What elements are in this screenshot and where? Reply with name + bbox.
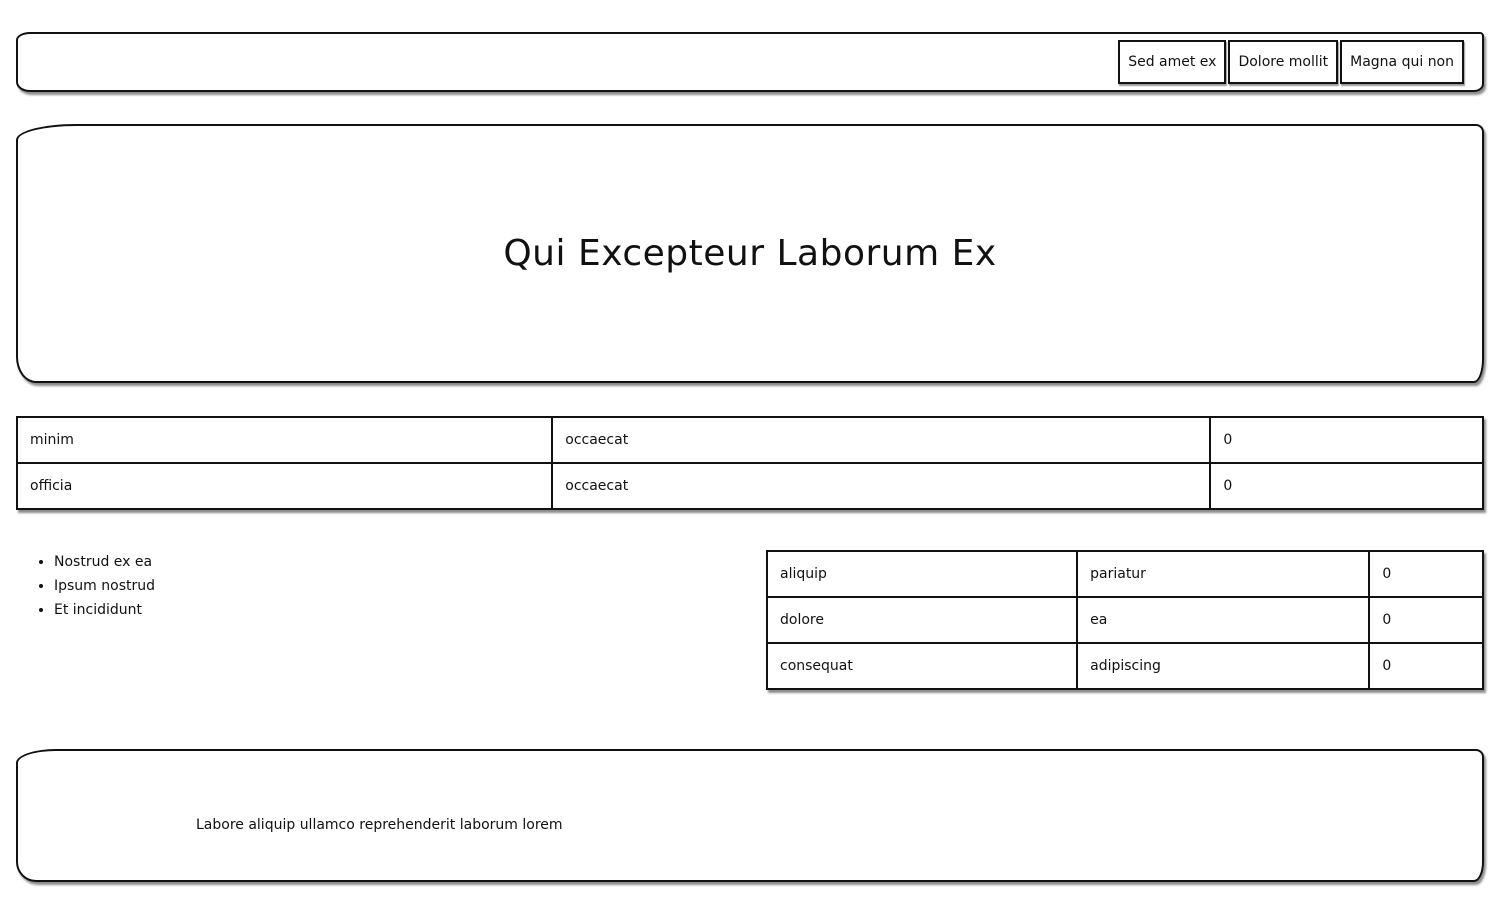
hero-title: Qui Excepteur Laborum Ex [503,233,997,274]
table-cell: occaecat [551,462,1212,510]
table-cell: occaecat [551,416,1212,464]
table-cell: 0 [1209,416,1484,464]
table-cell: 0 [1368,550,1484,598]
table-cell: 0 [1368,596,1484,644]
nav-button-group: Sed amet ex Dolore mollit Magna qui non [1118,40,1464,84]
nav-button-sed-amet-ex[interactable]: Sed amet ex [1118,40,1227,84]
nav-button-dolore-mollit[interactable]: Dolore mollit [1228,40,1339,84]
table-row: officia occaecat 0 [15,462,1484,510]
table-cell: 0 [1209,462,1484,510]
table-row: aliquip pariatur 0 [765,550,1484,598]
footer: Labore aliquip ullamco reprehenderit lab… [16,749,1484,882]
list-item: Ipsum nostrud [54,574,155,598]
table-cell: ea [1076,596,1371,644]
table-cell: pariatur [1076,550,1371,598]
table-cell: adipiscing [1076,642,1371,690]
table-cell: consequat [765,642,1079,690]
table-row: dolore ea 0 [765,596,1484,644]
data-table-main: minim occaecat 0 officia occaecat 0 [15,416,1484,510]
table-row: minim occaecat 0 [15,416,1484,464]
data-table-secondary: aliquip pariatur 0 dolore ea 0 consequat… [765,550,1484,690]
footer-text: Labore aliquip ullamco reprehenderit lab… [196,817,563,833]
table-cell: aliquip [765,550,1079,598]
list-item: Et incididunt [54,598,155,622]
hero-banner: Qui Excepteur Laborum Ex [16,124,1484,383]
table-cell: officia [15,462,554,510]
top-nav-bar: Sed amet ex Dolore mollit Magna qui non [16,32,1484,92]
table-row: consequat adipiscing 0 [765,642,1484,690]
nav-button-magna-qui-non[interactable]: Magna qui non [1340,40,1464,84]
bullet-list: Nostrud ex ea Ipsum nostrud Et incididun… [16,550,155,622]
table-cell: 0 [1368,642,1484,690]
table-cell: dolore [765,596,1079,644]
table-cell: minim [15,416,554,464]
list-item: Nostrud ex ea [54,550,155,574]
